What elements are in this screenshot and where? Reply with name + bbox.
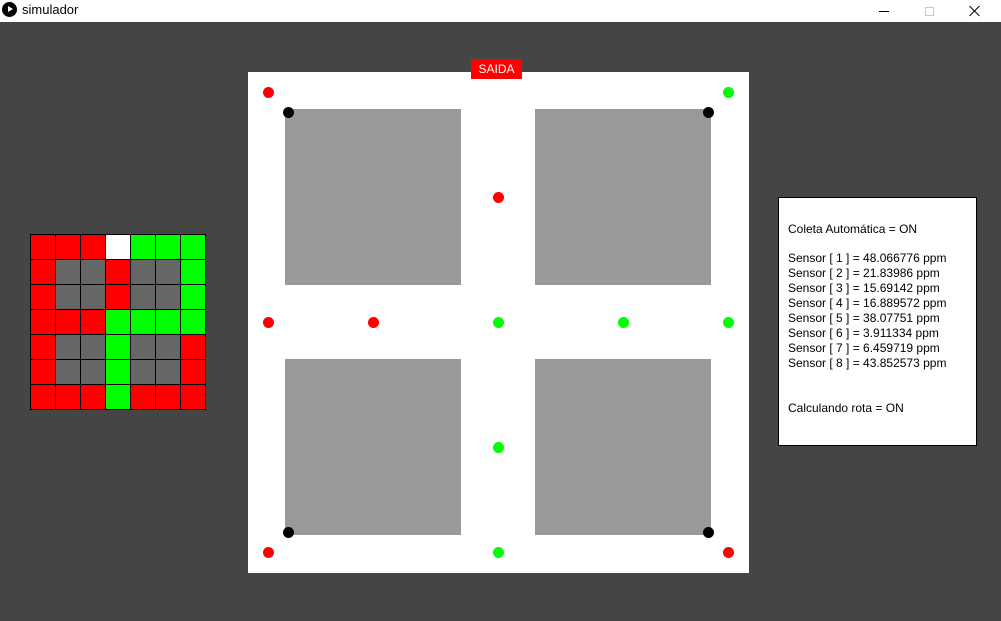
- grid-cell-red: [31, 335, 56, 360]
- sensor-reading: Sensor [ 8 ] = 43.852573 ppm: [788, 356, 947, 370]
- sensor-reading: Sensor [ 7 ] = 6.459719 ppm: [788, 341, 940, 355]
- grid-cell-gray: [131, 335, 156, 360]
- sensor-reading: Sensor [ 4 ] = 16.889572 ppm: [788, 296, 947, 310]
- grid-cell-red: [31, 360, 56, 385]
- grid-cell-green: [181, 235, 206, 260]
- sensor-reading: Sensor [ 1 ] = 48.066776 ppm: [788, 251, 947, 265]
- title-bar: simulador: [0, 0, 1001, 22]
- minimize-button[interactable]: [861, 0, 907, 22]
- sensor-reading: Sensor [ 5 ] = 38.07751 ppm: [788, 311, 940, 325]
- sensor-dot-alert: [492, 191, 504, 203]
- sensor-reading: Sensor [ 3 ] = 15.69142 ppm: [788, 281, 940, 295]
- sensor-reading: Sensor [ 2 ] = 21.83986 ppm: [788, 266, 940, 280]
- grid-cell-green: [106, 335, 131, 360]
- sensor-dot-alert: [262, 86, 274, 98]
- grid-cell-gray: [131, 360, 156, 385]
- grid-cell-green: [181, 285, 206, 310]
- grid-cell-red: [106, 260, 131, 285]
- grid-cell-green: [131, 235, 156, 260]
- simulation-map: [248, 72, 749, 573]
- grid-cell-red: [131, 385, 156, 410]
- grid-cell-red: [181, 360, 206, 385]
- route-status: Calculando rota = ON: [788, 401, 904, 415]
- grid-cell-green: [131, 310, 156, 335]
- sensor-dot-alert: [262, 546, 274, 558]
- grid-cell-red: [156, 385, 181, 410]
- app-play-icon: [2, 2, 17, 17]
- sensor-dot-alert: [722, 546, 734, 558]
- route-node-dot: [702, 106, 714, 118]
- maximize-button[interactable]: [906, 0, 952, 22]
- grid-cell-red: [31, 285, 56, 310]
- grid-cell-gray: [156, 360, 181, 385]
- grid-cell-gray: [56, 260, 81, 285]
- grid-cell-red: [181, 385, 206, 410]
- grid-cell-red: [31, 235, 56, 260]
- grid-cell-red: [56, 235, 81, 260]
- grid-cell-green: [106, 360, 131, 385]
- grid-cell-red: [81, 385, 106, 410]
- grid-cell-red: [106, 285, 131, 310]
- sensor-dot-ok: [492, 546, 504, 558]
- grid-cell-gray: [81, 285, 106, 310]
- building-block-top-right: [535, 109, 711, 285]
- grid-cell-gray: [131, 260, 156, 285]
- grid-cell-green: [156, 310, 181, 335]
- grid-cell-white: [106, 235, 131, 260]
- sensor-dot-ok: [617, 316, 629, 328]
- building-block-top-left: [285, 109, 461, 285]
- grid-cell-gray: [56, 360, 81, 385]
- grid-cell-green: [181, 310, 206, 335]
- close-icon: [969, 5, 981, 17]
- grid-cell-gray: [131, 285, 156, 310]
- grid-cell-green: [106, 385, 131, 410]
- maximize-icon: [924, 6, 934, 16]
- grid-cell-gray: [156, 285, 181, 310]
- sensor-reading: Sensor [ 6 ] = 3.911334 ppm: [788, 326, 939, 340]
- route-node-dot: [702, 526, 714, 538]
- grid-cell-red: [31, 385, 56, 410]
- grid-cell-red: [56, 310, 81, 335]
- sensor-info-panel: Coleta Automática = ON Sensor [ 1 ] = 48…: [778, 197, 977, 446]
- grid-cell-gray: [56, 335, 81, 360]
- grid-cell-red: [81, 235, 106, 260]
- grid-cell-green: [181, 260, 206, 285]
- grid-cell-gray: [81, 335, 106, 360]
- grid-cell-gray: [81, 360, 106, 385]
- building-block-bottom-left: [285, 359, 461, 535]
- exit-label: SAIDA: [471, 59, 522, 79]
- route-node-dot: [282, 106, 294, 118]
- grid-cell-gray: [156, 260, 181, 285]
- grid-cell-red: [31, 260, 56, 285]
- grid-cell-red: [56, 385, 81, 410]
- minimize-icon: [879, 10, 889, 12]
- sensor-dot-alert: [367, 316, 379, 328]
- grid-cell-red: [181, 335, 206, 360]
- grid-cell-gray: [156, 335, 181, 360]
- grid-cell-red: [81, 310, 106, 335]
- sensor-dot-ok: [492, 316, 504, 328]
- grid-cell-gray: [81, 260, 106, 285]
- grid-cell-green: [106, 310, 131, 335]
- sensor-dot-ok: [492, 441, 504, 453]
- sensor-dot-ok: [722, 316, 734, 328]
- sensor-dot-ok: [722, 86, 734, 98]
- grid-cell-gray: [56, 285, 81, 310]
- route-grid-map: [30, 234, 206, 410]
- auto-collect-status: Coleta Automática = ON: [788, 222, 918, 236]
- route-node-dot: [282, 526, 294, 538]
- close-button[interactable]: [952, 0, 998, 22]
- grid-cell-red: [31, 310, 56, 335]
- window-title: simulador: [22, 2, 79, 17]
- sensor-dot-alert: [262, 316, 274, 328]
- grid-cell-green: [156, 235, 181, 260]
- building-block-bottom-right: [535, 359, 711, 535]
